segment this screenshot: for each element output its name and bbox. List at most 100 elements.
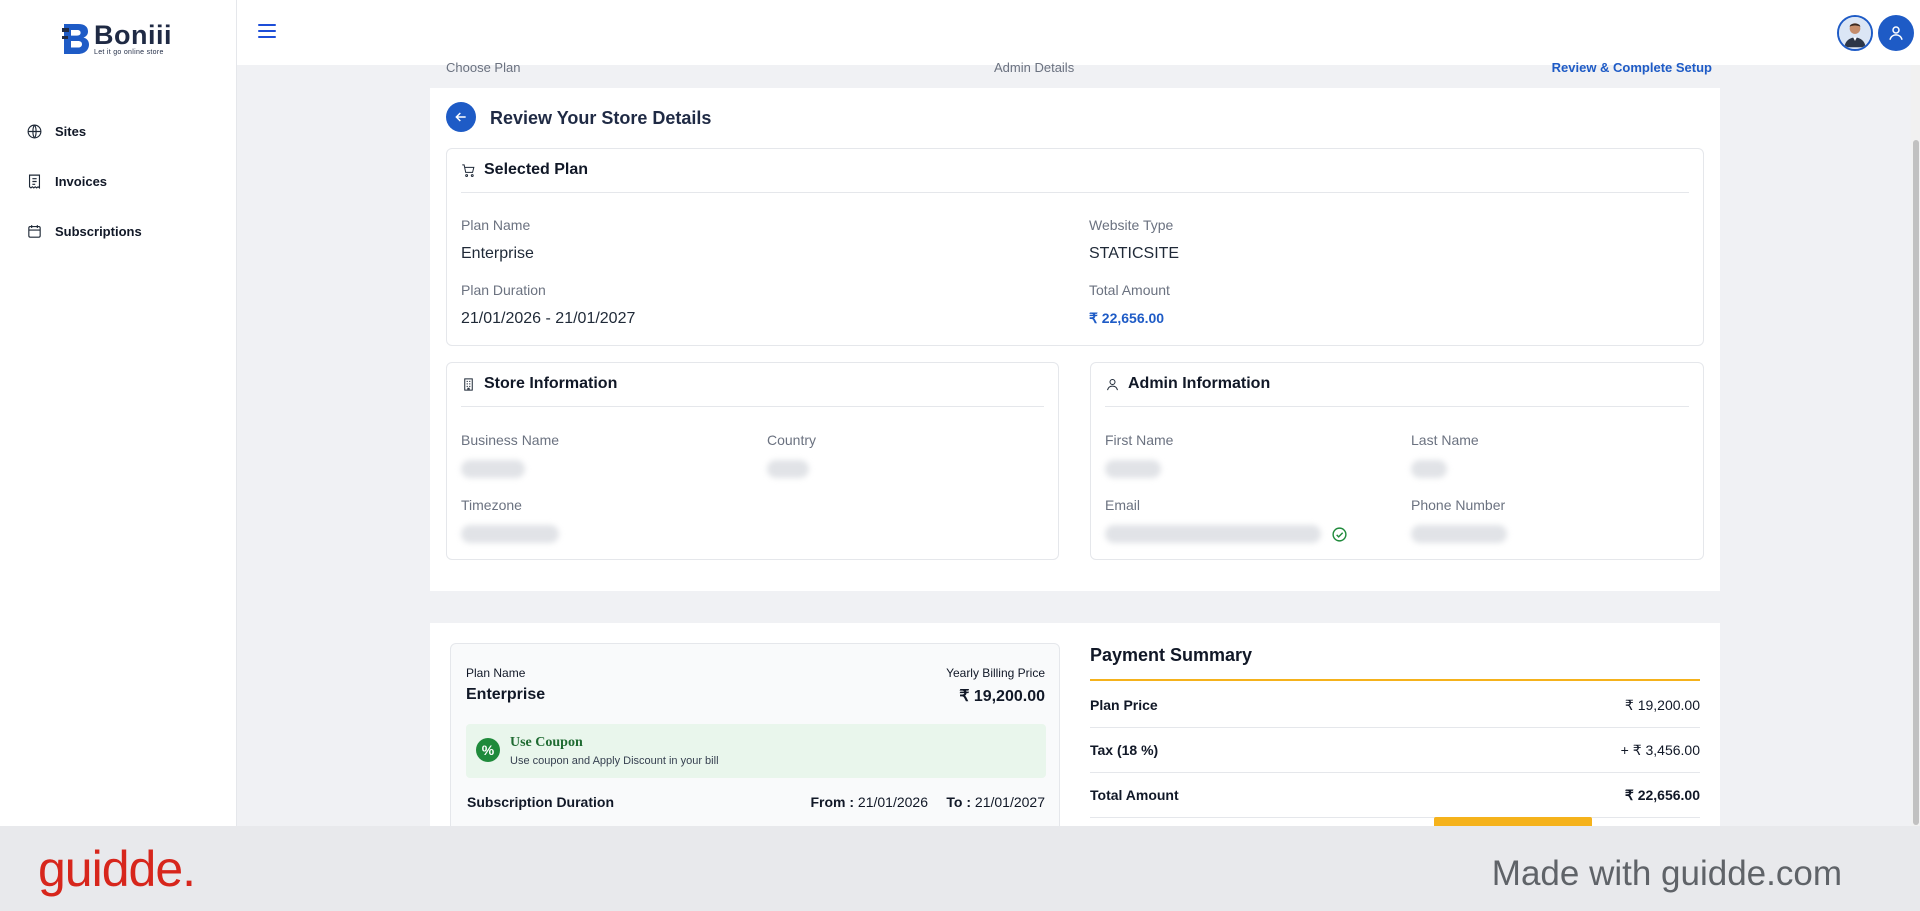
coupon-subtitle: Use coupon and Apply Discount in your bi… [510, 755, 719, 767]
sidebar-item-label: Invoices [55, 173, 108, 189]
building-icon [464, 378, 473, 391]
percent-badge-icon: % [476, 738, 500, 762]
timezone-label: Timezone [461, 497, 522, 513]
page-title: Review Your Store Details [490, 108, 712, 128]
phone-number-field: Phone Number [1411, 497, 1531, 543]
sidebar-nav: Sites Invoices Subscriptions [26, 106, 142, 256]
sidebar-item-label: Sites [55, 123, 87, 139]
verified-check-icon [1332, 526, 1347, 542]
payment-row-label: Plan Price [1090, 697, 1158, 713]
avatar[interactable] [1837, 15, 1873, 51]
plan-name-value: Enterprise [466, 686, 546, 703]
country-value-redacted [767, 460, 809, 478]
country-field: Country [767, 432, 867, 478]
user-photo-icon [1839, 17, 1871, 49]
total-amount-field: Total Amount ₹ 22,656.00 [1089, 282, 1170, 327]
admin-information-header: Admin Information [1105, 375, 1689, 407]
from-label: From : [810, 794, 855, 810]
guidde-logo: guidde. [38, 841, 196, 897]
section-gap [430, 591, 1720, 623]
payment-row-tax: Tax (18 %) + ₹ 3,456.00 [1090, 728, 1700, 773]
cart-icon [462, 164, 475, 177]
plan-name-value: Enterprise [461, 245, 534, 262]
payment-row-value: ₹ 22,656.00 [1624, 786, 1700, 803]
last-name-label: Last Name [1411, 432, 1479, 448]
payment-row-value: ₹ 19,200.00 [1624, 696, 1700, 713]
billing-price-value: ₹ 19,200.00 [959, 688, 1045, 705]
brand-logo[interactable]: Boniii Let it go online store [62, 22, 172, 56]
coupon-title: Use Coupon [510, 735, 583, 750]
plan-duration-label: Plan Duration [461, 282, 546, 298]
email-label: Email [1105, 497, 1141, 513]
subscription-duration-label: Subscription Duration [467, 794, 614, 810]
globe-icon [27, 124, 42, 138]
plan-duration-value: 21/01/2026 - 21/01/2027 [461, 310, 636, 327]
to-date: 21/01/2027 [974, 794, 1045, 810]
total-amount-label: Total Amount [1089, 282, 1170, 298]
sidebar-item-subscriptions[interactable]: Subscriptions [26, 206, 142, 256]
total-amount-value: ₹ 22,656.00 [1089, 310, 1165, 326]
business-name-field: Business Name [461, 432, 561, 478]
selected-plan-heading: Selected Plan [484, 161, 589, 178]
phone-number-label: Phone Number [1411, 497, 1506, 513]
guidde-footer: guidde. Made with guidde.com [0, 826, 1920, 911]
review-panel: Review Your Store Details Selected Plan … [430, 88, 1720, 591]
made-with-text: Made with guidde.com [1491, 854, 1842, 893]
last-name-value-redacted [1411, 460, 1447, 478]
selected-plan-card: Selected Plan Plan Name Enterprise Websi… [446, 148, 1704, 346]
checkout-panel: Plan Name Enterprise Yearly Billing Pric… [430, 623, 1720, 826]
account-button[interactable] [1878, 15, 1914, 51]
admin-information-heading: Admin Information [1128, 375, 1271, 392]
website-type-value: STATICSITE [1089, 245, 1180, 262]
email-field: Email [1105, 497, 1365, 543]
admin-information-card: Admin Information First Name Last Name E… [1090, 362, 1704, 560]
plan-summary-card: Plan Name Enterprise Yearly Billing Pric… [450, 643, 1060, 826]
receipt-icon [28, 174, 41, 189]
calendar-icon [28, 224, 41, 238]
payment-summary-divider [1090, 679, 1700, 681]
user-actions [1828, 0, 1914, 65]
plan-name-field: Plan Name Enterprise [461, 217, 534, 263]
selected-plan-header: Selected Plan [461, 161, 1689, 193]
timezone-value-redacted [461, 525, 559, 543]
step-review-complete[interactable]: Review & Complete Setup [1552, 60, 1712, 75]
boniii-logo-icon [62, 24, 89, 54]
step-choose-plan[interactable]: Choose Plan [446, 60, 520, 75]
brand-tagline: Let it go online store [94, 49, 164, 56]
store-information-card: Store Information Business Name Country … [446, 362, 1059, 560]
country-label: Country [767, 432, 817, 448]
sidebar: Boniii Let it go online store Sites Invo… [0, 0, 237, 826]
payment-row-label: Tax (18 %) [1090, 742, 1159, 758]
last-name-field: Last Name [1411, 432, 1511, 478]
first-name-field: First Name [1105, 432, 1205, 478]
store-information-header: Store Information [461, 375, 1044, 407]
payment-row-total: Total Amount ₹ 22,656.00 [1090, 773, 1700, 818]
to-label: To : [946, 794, 972, 810]
step-admin-details[interactable]: Admin Details [994, 60, 1074, 75]
scrollbar-thumb[interactable] [1913, 140, 1919, 825]
back-button[interactable] [446, 102, 476, 132]
topbar [237, 0, 1920, 65]
first-name-value-redacted [1105, 460, 1161, 478]
sidebar-item-invoices[interactable]: Invoices [26, 156, 142, 206]
payment-row-plan-price: Plan Price ₹ 19,200.00 [1090, 683, 1700, 728]
duration-to: To : 21/01/2027 [946, 794, 1045, 810]
sidebar-item-sites[interactable]: Sites [26, 106, 142, 156]
plan-duration-field: Plan Duration 21/01/2026 - 21/01/2027 [461, 282, 635, 328]
business-name-label: Business Name [461, 432, 560, 448]
website-type-field: Website Type STATICSITE [1089, 217, 1179, 263]
arrow-left-icon [455, 112, 466, 122]
user-icon [1889, 26, 1903, 40]
phone-number-value-redacted [1411, 525, 1507, 543]
from-date: 21/01/2026 [857, 794, 928, 810]
business-name-value-redacted [461, 460, 525, 478]
checkout-button[interactable] [1434, 817, 1592, 826]
website-type-label: Website Type [1089, 217, 1174, 233]
payment-summary-title: Payment Summary [1090, 645, 1253, 665]
user-outline-icon [1107, 379, 1118, 391]
menu-toggle-icon[interactable] [258, 24, 276, 38]
brand-name: Boniii [94, 20, 172, 50]
use-coupon-button[interactable]: % Use Coupon Use coupon and Apply Discou… [466, 724, 1046, 778]
billing-price-label: Yearly Billing Price [946, 666, 1045, 680]
store-information-heading: Store Information [484, 375, 618, 392]
